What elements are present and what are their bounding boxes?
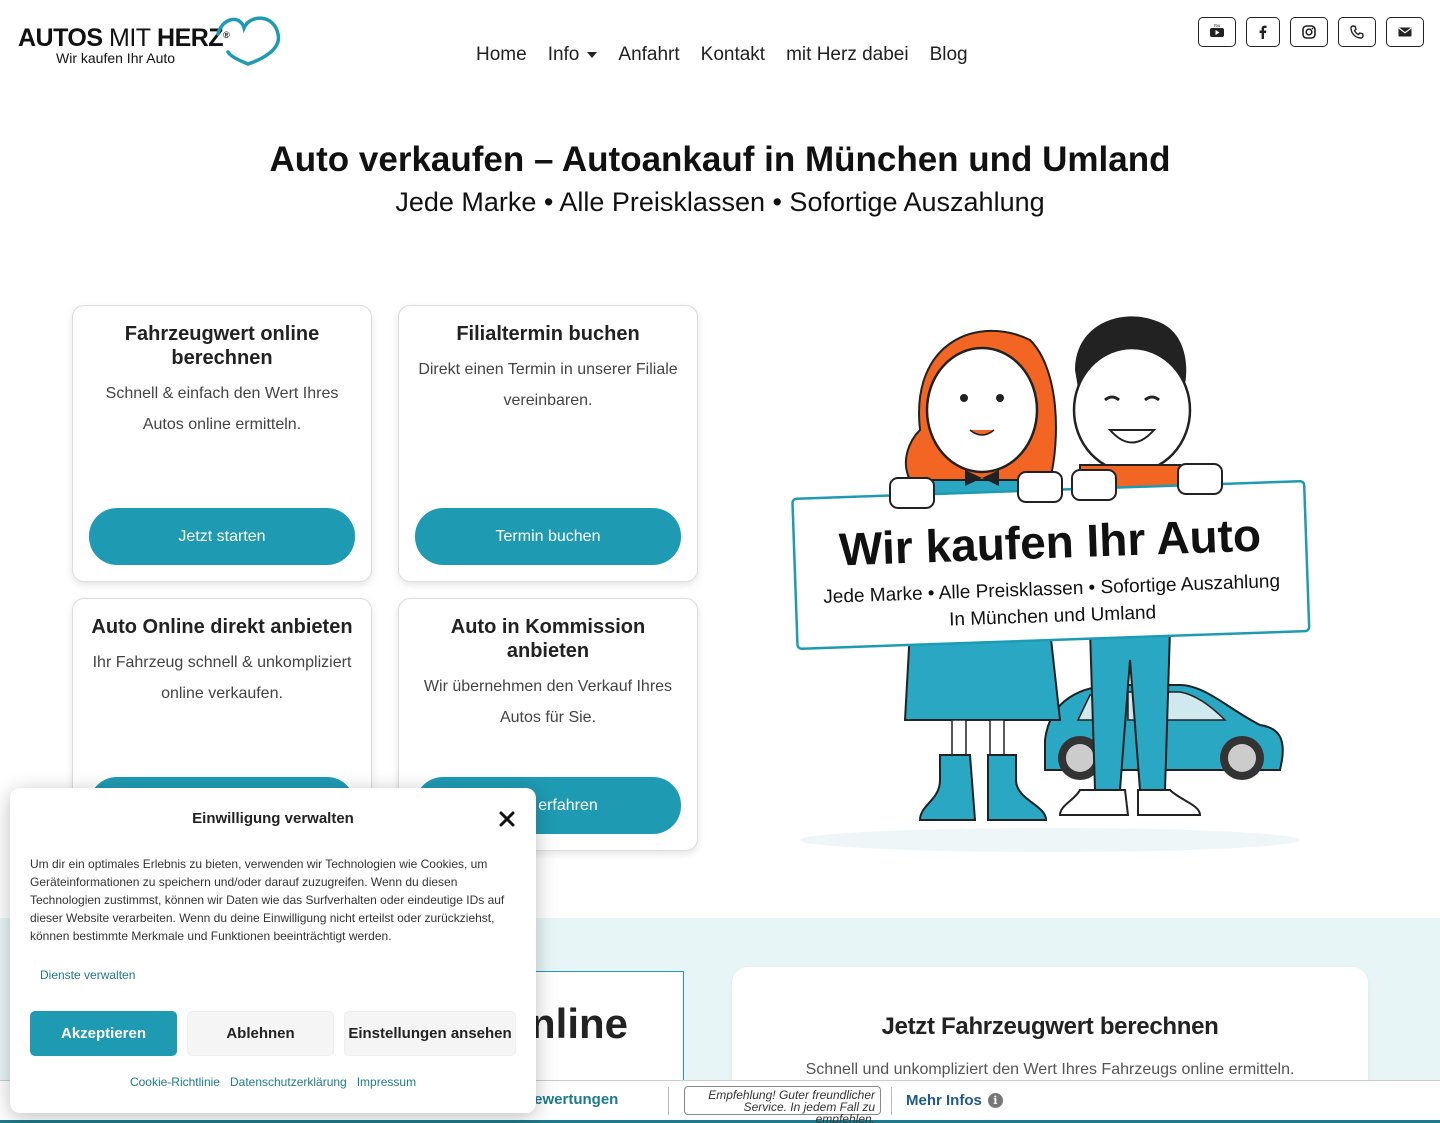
phone-button[interactable] (1338, 17, 1376, 47)
nav-blog[interactable]: Blog (930, 44, 968, 66)
logo-tagline: Wir kaufen Ihr Auto (56, 50, 176, 66)
page-subtitle: Jede Marke • Alle Preisklassen • Soforti… (395, 187, 1045, 217)
logo-wordmark: AUTOS MIT HERZ® (18, 24, 230, 53)
site-header: AUTOS MIT HERZ® Wir kaufen Ihr Auto Home… (0, 0, 1440, 100)
online-heading: nline (530, 1000, 629, 1047)
card-title: Fahrzeugwert online berechnen (124, 323, 320, 369)
more-info-link[interactable]: Mehr Infos i (906, 1092, 1003, 1109)
nav-home-label: Home (476, 44, 527, 65)
card-text: Wir übernehmen den Verkauf Ihres Autos f… (423, 678, 673, 726)
termin-buchen-button[interactable]: Termin buchen (415, 508, 681, 565)
consent-dialog: Einwilligung verwalten Um dir ein optima… (10, 788, 536, 1113)
review-quote: Empfehlung! Guter freundlicher Service. … (684, 1086, 881, 1123)
main-nav: Home Info Anfahrt Kontakt mit Herz dabei… (476, 44, 989, 66)
imprint-link[interactable]: Impressum (357, 1075, 416, 1089)
review-quote-line-2: Service. In jedem Fall zu empfehlen. (743, 1100, 875, 1123)
card-text: Direkt einen Termin in unserer Filiale v… (418, 361, 678, 409)
email-button[interactable] (1386, 17, 1424, 47)
accept-button[interactable]: Akzeptieren (30, 1011, 177, 1056)
caret-down-icon (587, 52, 598, 58)
logo-word-autos: AUTOS (18, 24, 103, 52)
info-icon: i (987, 1093, 1003, 1108)
consent-body: Um dir ein optimales Erlebnis zu bieten,… (30, 857, 505, 943)
kommission-button-label: erfahren (538, 796, 598, 814)
divider (668, 1087, 669, 1115)
nav-mit-herz-dabei-label: mit Herz dabei (786, 44, 909, 65)
card-title: Auto Online direkt anbieten (91, 616, 353, 638)
deny-button[interactable]: Ablehnen (187, 1011, 334, 1056)
card-text: Ihr Fahrzeug schnell & unkompliziert onl… (92, 654, 352, 702)
mascot-illustration: Wir kaufen Ihr Auto Jede Marke • Alle Pr… (791, 316, 1311, 852)
calculator-text: Schnell und unkompliziert den Wert Ihres… (805, 1061, 1295, 1078)
instagram-icon (1302, 25, 1316, 39)
card-title: Auto in Kommission anbieten (450, 616, 646, 662)
youtube-icon: You (1210, 24, 1224, 37)
nav-info-label: Info (547, 44, 580, 65)
phone-icon (1350, 25, 1364, 39)
heart-icon (216, 16, 281, 66)
nav-anfahrt-label: Anfahrt (618, 44, 680, 65)
privacy-policy-link[interactable]: Datenschutzerklärung (230, 1075, 347, 1089)
logo-word-mit: MIT (109, 24, 151, 52)
nav-mit-herz-dabei[interactable]: mit Herz dabei (786, 44, 909, 66)
facebook-button[interactable] (1246, 17, 1280, 47)
nav-anfahrt[interactable]: Anfahrt (618, 44, 679, 66)
page-title: Auto verkaufen – Autoankauf in München u… (0, 140, 1440, 180)
cookie-policy-link[interactable]: Cookie-Richtlinie (130, 1075, 220, 1089)
nav-blog-label: Blog (929, 44, 968, 65)
consent-title: Einwilligung verwalten (192, 810, 354, 827)
view-settings-button[interactable]: Einstellungen ansehen (344, 1011, 516, 1056)
close-icon[interactable] (498, 810, 516, 828)
manage-services-link[interactable]: Dienste verwalten (40, 968, 135, 982)
card-filialtermin: Filialtermin buchen Direkt einen Termin … (398, 305, 698, 582)
envelope-icon (1398, 27, 1412, 37)
instagram-button[interactable] (1290, 17, 1328, 47)
nav-home[interactable]: Home (476, 44, 527, 66)
divider (891, 1087, 892, 1115)
more-info-label: Mehr Infos (906, 1092, 982, 1109)
page-title-bold: Auto verkaufen – Autoankauf (269, 140, 755, 179)
youtube-button[interactable]: You (1198, 17, 1236, 47)
jetzt-starten-button[interactable]: Jetzt starten (89, 508, 355, 565)
page-title-rest: in München und Umland (754, 140, 1171, 179)
social-links: You (1198, 17, 1424, 47)
consent-links: Cookie-Richtlinie Datenschutzerklärung I… (10, 1075, 536, 1089)
card-text: Schnell & einfach den Wert Ihres Autos o… (105, 385, 339, 433)
calculator-title: Jetzt Fahrzeugwert berechnen (881, 1013, 1219, 1040)
svg-text:You: You (1213, 24, 1221, 28)
card-title: Filialtermin buchen (456, 323, 640, 345)
sign-board: Wir kaufen Ihr Auto Jede Marke • Alle Pr… (791, 479, 1311, 650)
nav-kontakt-label: Kontakt (700, 44, 766, 65)
facebook-icon (1259, 25, 1267, 39)
site-logo[interactable]: AUTOS MIT HERZ® Wir kaufen Ihr Auto (18, 12, 281, 68)
card-fahrzeugwert: Fahrzeugwert online berechnen Schnell & … (72, 305, 372, 582)
nav-info[interactable]: Info (548, 44, 598, 66)
nav-kontakt[interactable]: Kontakt (701, 44, 765, 66)
